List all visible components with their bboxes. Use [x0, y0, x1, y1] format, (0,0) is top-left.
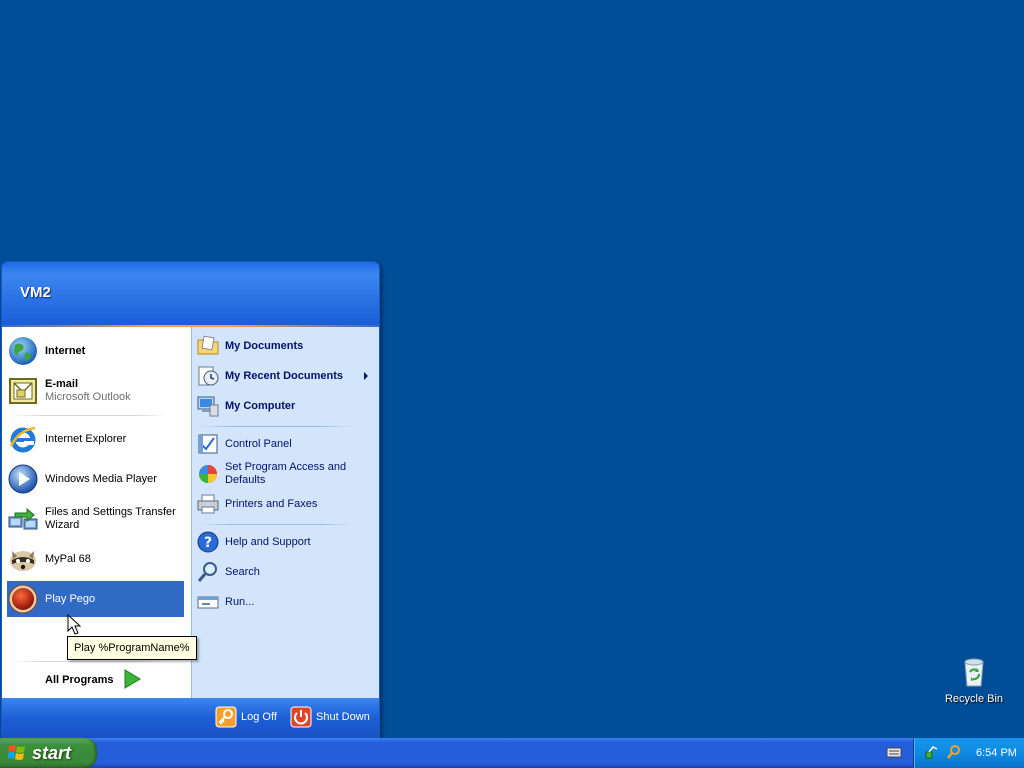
keyboard-icon[interactable] [886, 745, 902, 762]
menu-item-label: Internet [45, 344, 86, 357]
all-programs-label: All Programs [45, 674, 114, 686]
menu-item-label: Control Panel [225, 437, 292, 450]
menu-item-printers-faxes[interactable]: Printers and Faxes [196, 490, 376, 518]
help-icon: ? [196, 530, 220, 554]
menu-item-play-pego[interactable]: Play Pego [7, 581, 184, 617]
control-panel-icon [196, 432, 220, 456]
menu-item-label: Search [225, 565, 260, 578]
start-label: start [32, 742, 72, 763]
separator [12, 415, 167, 416]
run-icon [196, 590, 220, 614]
separator [198, 524, 353, 525]
menu-item-label: Play Pego [45, 592, 96, 605]
menu-item-set-program-access[interactable]: Set Program Access and Defaults [196, 460, 376, 488]
menu-item-search[interactable]: Search [196, 558, 376, 586]
user-name: VM2 [20, 284, 51, 301]
printer-icon [196, 492, 220, 516]
program-access-icon [196, 462, 220, 486]
outlook-icon [7, 375, 39, 407]
log-off-label: Log Off [241, 711, 277, 723]
transfer-wizard-icon [7, 503, 39, 535]
menu-item-files-settings-transfer[interactable]: Files and Settings Transfer Wizard [7, 501, 184, 537]
green-arrow-icon [123, 668, 142, 692]
menu-item-my-computer[interactable]: My Computer [196, 392, 376, 420]
recent-documents-icon [196, 364, 220, 388]
magnifier-icon[interactable] [946, 744, 962, 763]
menu-item-windows-media-player[interactable]: Windows Media Player [7, 461, 184, 497]
menu-item-label: MyPal 68 [45, 552, 91, 565]
shut-down-button[interactable]: Shut Down [290, 705, 370, 729]
menu-item-label: Printers and Faxes [225, 497, 318, 510]
menu-item-label: My Recent Documents [225, 369, 343, 382]
menu-item-my-recent-documents[interactable]: My Recent Documents [196, 362, 376, 390]
submenu-arrow-icon [364, 372, 368, 380]
recycle-bin-icon [958, 658, 990, 691]
key-icon [215, 706, 237, 728]
menu-item-sublabel: Microsoft Outlook [45, 391, 131, 403]
menu-item-internet[interactable]: Internet [7, 333, 184, 369]
globe-icon [7, 335, 39, 367]
log-off-button[interactable]: Log Off [215, 705, 277, 729]
separator [198, 426, 353, 427]
menu-item-label: Set Program Access and Defaults [225, 461, 347, 486]
mouse-cursor-icon [67, 613, 82, 639]
menu-item-label: My Documents [225, 339, 304, 352]
folder-documents-icon [196, 334, 220, 358]
shut-down-label: Shut Down [316, 711, 370, 723]
network-icon[interactable] [924, 744, 940, 763]
all-programs-button[interactable]: All Programs [45, 668, 142, 692]
menu-item-control-panel[interactable]: Control Panel [196, 430, 376, 458]
mypal-icon [7, 543, 39, 575]
recycle-bin-shortcut[interactable]: Recycle Bin [940, 656, 1008, 705]
pego-icon [7, 583, 39, 615]
clock[interactable]: 6:54 PM [976, 747, 1017, 759]
tooltip: Play %ProgramName% [67, 636, 197, 660]
taskbar [0, 738, 1024, 768]
media-player-icon [7, 463, 39, 495]
menu-item-label: Windows Media Player [45, 472, 157, 485]
computer-icon [196, 394, 220, 418]
menu-item-run[interactable]: Run... [196, 588, 376, 616]
menu-item-label: Help and Support [225, 535, 311, 548]
start-button[interactable]: start [0, 738, 97, 768]
power-icon [290, 706, 312, 728]
menu-item-label: E-mail [45, 378, 79, 390]
separator [12, 661, 167, 662]
tooltip-text: Play %ProgramName% [74, 642, 190, 654]
menu-item-label: Files and Settings Transfer Wizard [45, 506, 176, 531]
menu-item-mypal[interactable]: MyPal 68 [7, 541, 184, 577]
windows-logo-icon [7, 743, 26, 764]
start-menu-header: VM2 [2, 262, 379, 325]
menu-item-label: Internet Explorer [45, 432, 127, 445]
svg-text:?: ? [204, 535, 212, 551]
menu-item-my-documents[interactable]: My Documents [196, 332, 376, 360]
menu-item-internet-explorer[interactable]: Internet Explorer [7, 421, 184, 457]
search-icon [196, 560, 220, 584]
menu-item-label: My Computer [225, 399, 296, 412]
system-tray: 6:54 PM [913, 738, 1024, 768]
recycle-bin-label: Recycle Bin [944, 693, 1004, 705]
menu-item-label: Run... [225, 595, 255, 608]
internet-explorer-icon [7, 423, 39, 455]
menu-item-email[interactable]: E-mail Microsoft Outlook [7, 373, 184, 409]
menu-item-help-support[interactable]: ? Help and Support [196, 528, 376, 556]
